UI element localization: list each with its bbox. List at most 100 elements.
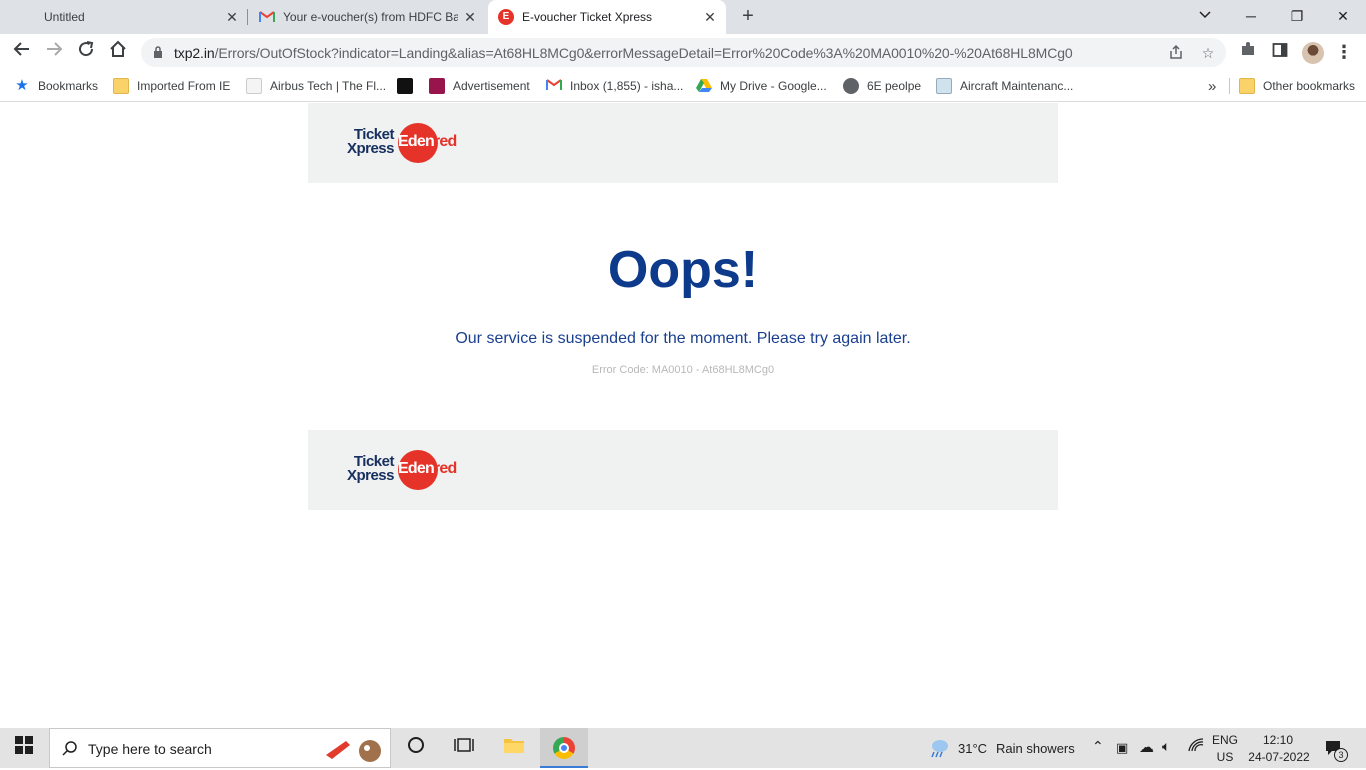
clock-time[interactable]: 12:10 xyxy=(1246,733,1310,747)
file-explorer-icon[interactable] xyxy=(502,736,526,760)
bookmark-label: Aircraft Maintenanc... xyxy=(960,79,1074,93)
error-message: Our service is suspended for the moment.… xyxy=(455,330,911,347)
bookmark-airbus-tech[interactable]: Airbus Tech | The Fl... xyxy=(246,76,386,96)
tab-untitled[interactable]: Untitled ✕ xyxy=(0,0,245,34)
bookmark-star-icon[interactable]: ☆ xyxy=(1199,44,1217,62)
tab-evoucher-ticket-xpress[interactable]: E E-voucher Ticket Xpress ✕ xyxy=(488,0,726,34)
star-icon: ★ xyxy=(15,77,29,94)
logo-edenred-inner: Eden xyxy=(398,133,435,150)
bookmark-other-bookmarks[interactable]: Other bookmarks xyxy=(1239,76,1355,96)
bookmark-advertisement[interactable]: Advertisement xyxy=(429,76,530,96)
weather-temperature[interactable]: 31°C xyxy=(958,741,987,756)
logo-edenred-outer: red xyxy=(433,133,457,150)
bookmark-label: 6E peolpe xyxy=(867,79,922,93)
share-icon[interactable] xyxy=(1167,44,1185,62)
bookmark-6e-people[interactable]: 6E peolpe xyxy=(843,76,921,96)
address-bar[interactable]: txp2.in/Errors/OutOfStock?indicator=Land… xyxy=(141,38,1226,67)
bookmark-inbox[interactable]: Inbox (1,855) - isha... xyxy=(546,76,683,96)
airbus-icon xyxy=(246,78,262,94)
url-path: /Errors/OutOfStock?indicator=Landing&ali… xyxy=(214,45,1073,61)
chrome-taskbar-button[interactable] xyxy=(540,728,588,768)
language-region[interactable]: US xyxy=(1212,750,1238,764)
forward-button[interactable] xyxy=(42,40,66,64)
bookmark-label: Advertisement xyxy=(453,79,530,93)
new-tab-button[interactable]: + xyxy=(737,6,759,28)
bookmark-aircraft-maintenance[interactable]: Aircraft Maintenanc... xyxy=(936,76,1073,96)
volume-icon[interactable]: 🔈︎ xyxy=(1162,738,1170,755)
home-button[interactable] xyxy=(106,40,130,64)
bookmarks-divider xyxy=(1229,78,1230,94)
chrome-icon xyxy=(553,737,575,759)
globe-icon xyxy=(843,78,859,94)
search-highlight-icon xyxy=(320,733,384,765)
wifi-icon[interactable] xyxy=(1188,738,1204,755)
cortana-icon[interactable] xyxy=(404,736,428,760)
folder-icon xyxy=(113,78,129,94)
overflow-label: » xyxy=(1208,77,1217,95)
gmail-icon xyxy=(259,10,275,23)
footer-band: Ticket Xpress Edenred xyxy=(308,430,1058,510)
bookmark-label: My Drive - Google... xyxy=(720,79,827,93)
side-panel-icon[interactable] xyxy=(1268,40,1292,64)
notification-count-badge: 3 xyxy=(1334,748,1348,762)
logo-ticket-xpress: Ticket Xpress xyxy=(342,127,395,157)
gmail-icon xyxy=(546,78,562,94)
logo-edenred-inner: Eden xyxy=(398,460,435,477)
google-drive-icon xyxy=(696,78,712,94)
tab-hdfc-voucher[interactable]: Your e-voucher(s) from HDFC Ba ✕ xyxy=(249,0,486,34)
onedrive-icon[interactable]: ☁ xyxy=(1139,738,1154,756)
close-window-button[interactable]: ✕ xyxy=(1330,6,1356,28)
header-band: Ticket Xpress Edenred xyxy=(308,103,1058,183)
restore-button[interactable]: ❐ xyxy=(1284,6,1310,28)
bookmark-label: Bookmarks xyxy=(38,79,99,93)
bookmark-my-drive[interactable]: My Drive - Google... xyxy=(696,76,827,96)
close-icon[interactable]: ✕ xyxy=(461,8,479,26)
search-placeholder: Type here to search xyxy=(88,741,212,757)
bookmark-dark-site[interactable] xyxy=(397,76,413,96)
logo-edenred-outer: red xyxy=(433,460,457,477)
bookmark-imported-from-ie[interactable]: Imported From IE xyxy=(113,76,230,96)
close-icon[interactable]: ✕ xyxy=(701,8,719,26)
folder-icon xyxy=(1239,78,1255,94)
edenred-icon: E xyxy=(498,9,514,25)
tab-strip: Untitled ✕ Your e-voucher(s) from HDFC B… xyxy=(0,0,1366,34)
logo-edenred: Edenred xyxy=(398,133,457,151)
axis-bank-icon xyxy=(429,78,445,94)
lock-icon[interactable] xyxy=(149,44,167,62)
windows-taskbar: Type here to search 31°C Rain showers ⌃ … xyxy=(0,728,1366,768)
tab-title: E-voucher Ticket Xpress xyxy=(522,10,653,24)
bookmark-label: Inbox (1,855) - isha... xyxy=(570,79,684,93)
logo-xpress: Xpress xyxy=(346,140,395,157)
logo-xpress: Xpress xyxy=(346,467,395,484)
page-heading: Oops! xyxy=(607,241,759,299)
logo-ticket-xpress: Ticket Xpress xyxy=(342,454,395,484)
logo-edenred: Edenred xyxy=(398,460,457,478)
bookmark-label: Other bookmarks xyxy=(1263,79,1356,93)
extensions-icon[interactable] xyxy=(1236,40,1260,64)
back-button[interactable] xyxy=(10,40,34,64)
bookmark-bookmarks[interactable]: ★ Bookmarks xyxy=(14,76,98,96)
weather-description[interactable]: Rain showers xyxy=(996,741,1075,756)
taskbar-search-box[interactable]: Type here to search xyxy=(49,728,391,768)
menu-icon[interactable]: ⋮ xyxy=(1332,40,1356,64)
chevron-up-icon[interactable]: ⌃ xyxy=(1092,738,1104,755)
site-icon xyxy=(936,78,952,94)
close-icon[interactable]: ✕ xyxy=(223,8,241,26)
profile-avatar[interactable] xyxy=(1302,42,1324,64)
ticket-xpress-edenred-logo[interactable]: Ticket Xpress Edenred xyxy=(342,450,472,492)
windows-start-icon[interactable] xyxy=(12,736,36,760)
bookmarks-overflow-button[interactable]: » xyxy=(1208,76,1216,96)
language-code[interactable]: ENG xyxy=(1212,733,1238,747)
reload-button[interactable] xyxy=(74,40,98,64)
tab-title: Untitled xyxy=(44,10,85,24)
error-code: Error Code: MA0010 - At68HL8MCg0 xyxy=(591,364,775,376)
tab-search-icon[interactable] xyxy=(1192,6,1218,28)
weather-icon[interactable] xyxy=(928,738,950,758)
task-view-icon[interactable] xyxy=(452,736,476,760)
url-host: txp2.in xyxy=(174,45,215,61)
tab-title: Your e-voucher(s) from HDFC Ba xyxy=(283,10,458,24)
clock-date[interactable]: 24-07-2022 xyxy=(1244,750,1314,764)
minimize-button[interactable]: ─ xyxy=(1238,6,1264,28)
ticket-xpress-edenred-logo[interactable]: Ticket Xpress Edenred xyxy=(342,123,472,165)
meet-now-icon[interactable]: ▣ xyxy=(1116,740,1128,756)
